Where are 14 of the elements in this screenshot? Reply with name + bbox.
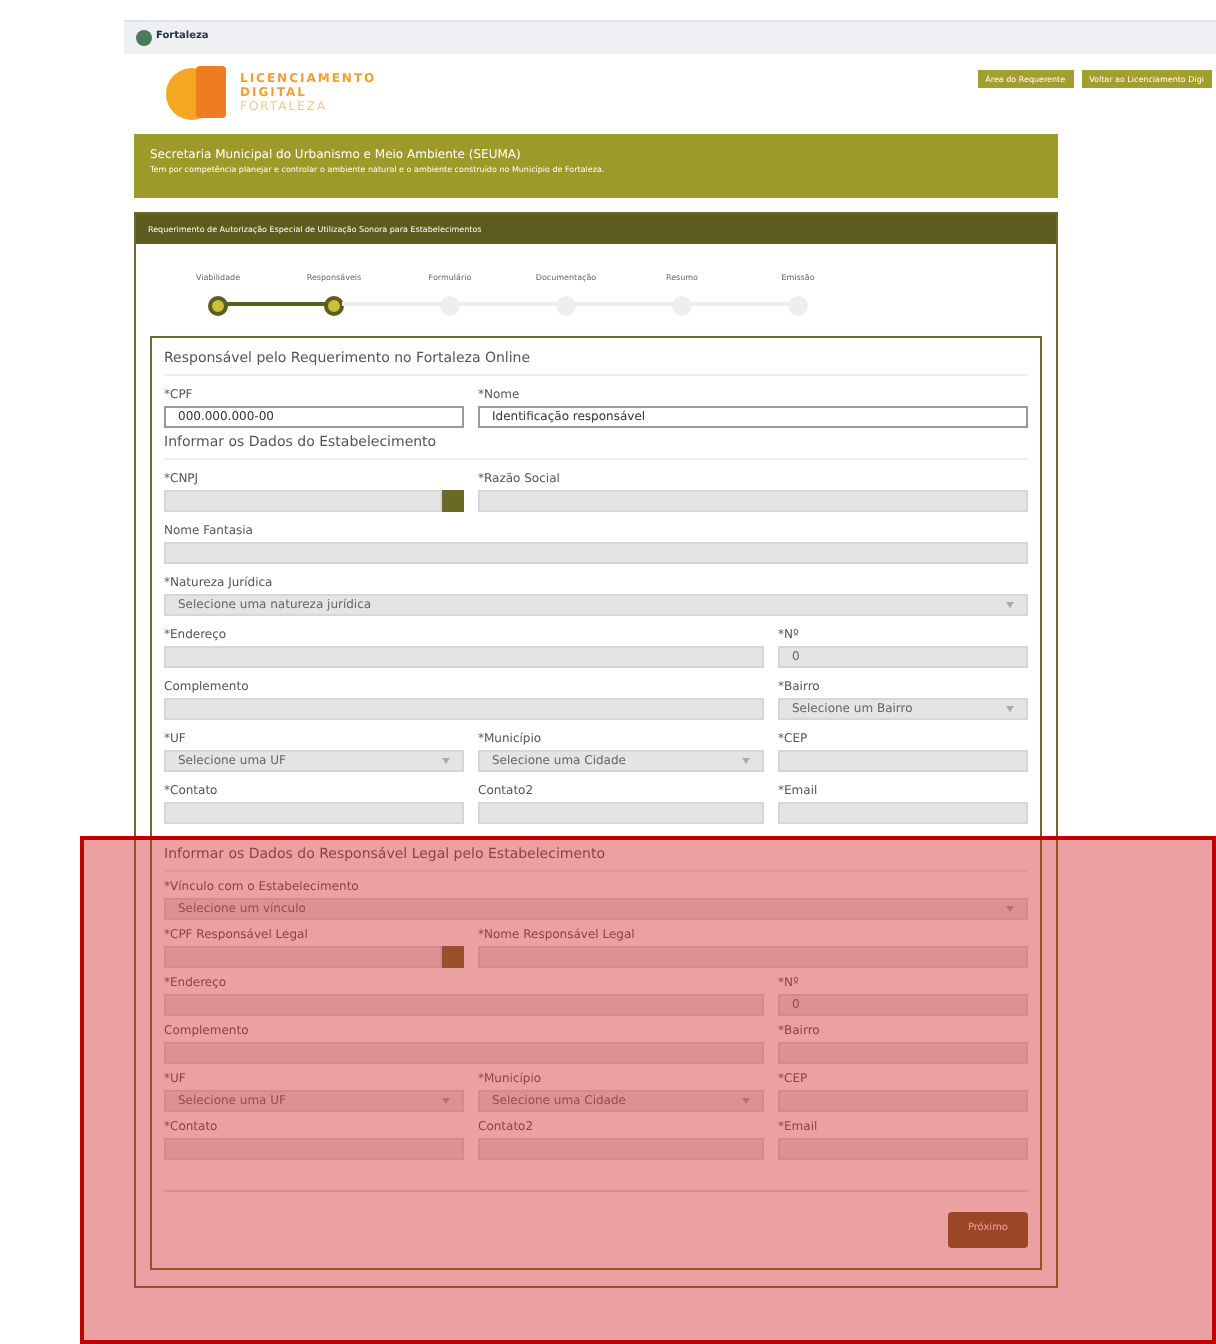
search-button[interactable]	[442, 946, 464, 968]
logo-icon	[164, 62, 228, 122]
caret-icon	[442, 1098, 450, 1104]
caret-icon	[1006, 706, 1014, 712]
step-connector	[226, 302, 326, 306]
caret-icon	[1006, 906, 1014, 912]
search-button[interactable]	[442, 490, 464, 512]
caret-icon	[742, 758, 750, 764]
caret-icon	[742, 1098, 750, 1104]
caret-icon	[1006, 602, 1014, 608]
step-marker[interactable]	[324, 296, 344, 316]
city-logo-icon	[136, 30, 152, 46]
step-marker[interactable]	[208, 296, 228, 316]
caret-icon	[442, 758, 450, 764]
